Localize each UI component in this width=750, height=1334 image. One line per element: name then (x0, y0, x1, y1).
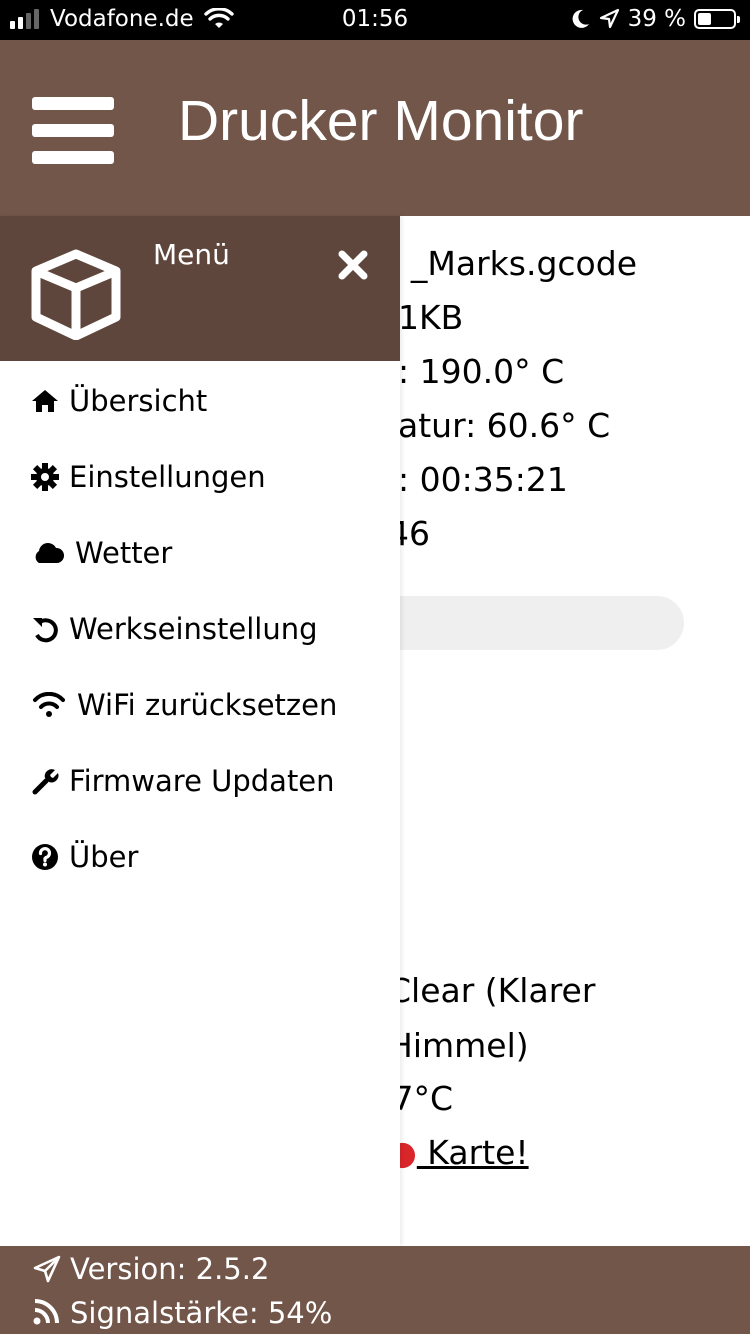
menu-header: Menü (0, 216, 400, 361)
weather-description-2: Himmel) (388, 1026, 529, 1065)
home-icon (30, 386, 60, 416)
bed-temperature: atur: 60.6° C (398, 406, 611, 445)
menu-item-label: Wetter (75, 536, 173, 570)
close-icon[interactable] (336, 248, 370, 282)
cloud-icon (30, 538, 66, 568)
menu-item-wifi-zuruecksetzen[interactable]: WiFi zurücksetzen (30, 685, 337, 725)
status-right: 39 % (570, 6, 740, 32)
gear-icon (30, 462, 60, 492)
battery-icon (694, 9, 740, 29)
file-size: 1KB (398, 298, 464, 337)
rss-icon (32, 1298, 62, 1328)
signal-info: Signalstärke: 54% (32, 1296, 332, 1330)
paper-plane-icon (32, 1254, 62, 1284)
app-header: Drucker Monitor (0, 40, 750, 216)
menu-item-werkseinstellung[interactable]: Werkseinstellung (30, 609, 318, 649)
menu-item-ueber[interactable]: Über (30, 837, 138, 877)
menu-item-label: WiFi zurücksetzen (77, 688, 338, 722)
menu-item-label: Über (69, 840, 139, 874)
menu-title: Menü (153, 238, 230, 271)
version-info: Version: 2.5.2 (32, 1252, 269, 1286)
map-link-label[interactable]: Karte! (417, 1133, 528, 1172)
tool-temperature: : 190.0° C (398, 352, 565, 391)
menu-item-label: Einstellungen (69, 460, 266, 494)
undo-icon (30, 614, 60, 644)
weather-temperature: .7°C (382, 1079, 454, 1118)
menu-item-einstellungen[interactable]: Einstellungen (30, 457, 266, 497)
menu-item-uebersicht[interactable]: Übersicht (30, 381, 207, 421)
menu-item-firmware-updaten[interactable]: Firmware Updaten (30, 761, 335, 801)
cube-icon (31, 249, 121, 340)
wifi-icon (30, 690, 68, 720)
app-footer: Version: 2.5.2 Signalstärke: 54% (0, 1246, 750, 1334)
location-arrow-icon (599, 8, 619, 29)
moon-icon (572, 9, 589, 28)
battery-percent: 39 % (627, 6, 686, 32)
menu-item-label: Übersicht (69, 384, 208, 418)
signal-text: Signalstärke: 54% (70, 1296, 333, 1330)
menu-item-wetter[interactable]: Wetter (30, 533, 172, 573)
menu-item-label: Werkseinstellung (69, 612, 318, 646)
layer-value: 46 (388, 514, 430, 553)
app-title: Drucker Monitor (178, 89, 584, 153)
side-menu: Menü Übersicht Einstellungen Wetter Werk… (0, 216, 400, 1246)
status-bar: Vodafone.de 01:56 39 % (0, 0, 750, 40)
question-circle-icon (30, 842, 60, 872)
weather-description: Clear (Klarer (388, 971, 596, 1010)
print-time: : 00:35:21 (398, 460, 568, 499)
hamburger-icon[interactable] (32, 97, 114, 165)
wrench-icon (30, 766, 60, 796)
version-text: Version: 2.5.2 (70, 1252, 270, 1286)
map-link[interactable]: ● Karte! (388, 1133, 750, 1172)
menu-item-label: Firmware Updaten (69, 764, 335, 798)
